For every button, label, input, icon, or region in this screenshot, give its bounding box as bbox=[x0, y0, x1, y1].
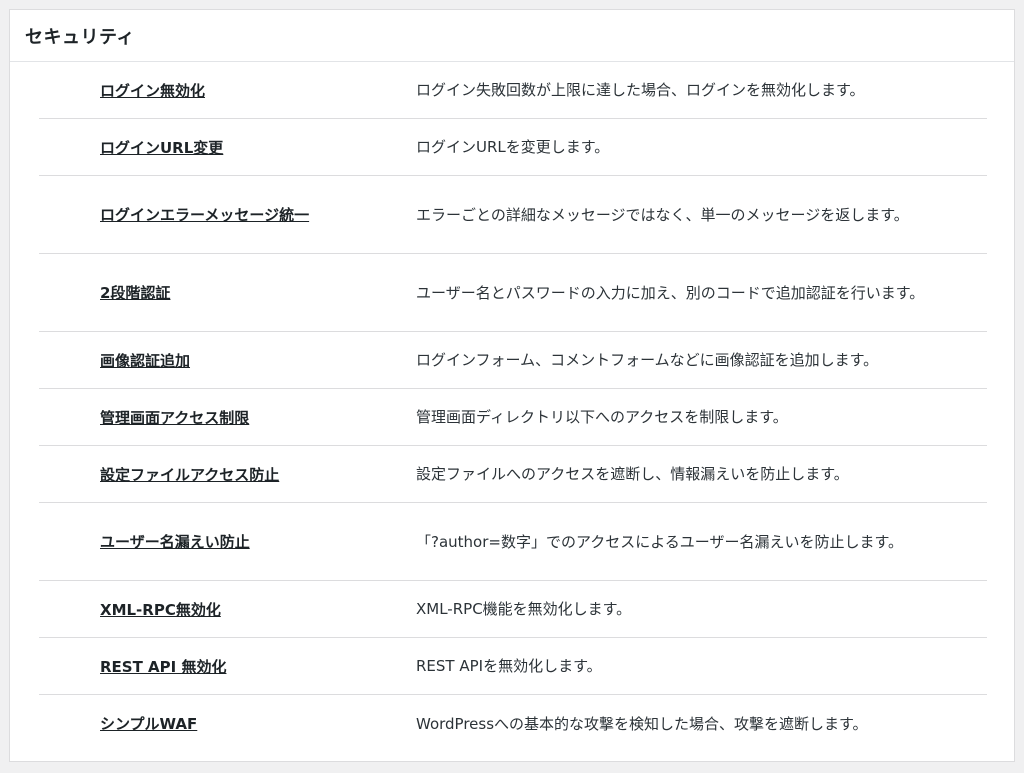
settings-row: ログインURL変更 ログインURLを変更します。 bbox=[39, 119, 987, 176]
panel-header: セキュリティ bbox=[10, 10, 1014, 62]
panel-title: セキュリティ bbox=[25, 26, 135, 48]
setting-description: ログインURLを変更します。 bbox=[416, 138, 610, 156]
settings-list: ログイン無効化 ログイン失敗回数が上限に達した場合、ログインを無効化します。 ロ… bbox=[39, 62, 987, 752]
setting-link-xmlrpc-disable[interactable]: XML-RPC無効化 bbox=[100, 601, 221, 619]
settings-row: シンプルWAF WordPressへの基本的な攻撃を検知した場合、攻撃を遮断しま… bbox=[39, 695, 987, 752]
setting-link-admin-access-restrict[interactable]: 管理画面アクセス制限 bbox=[100, 409, 249, 427]
settings-row: 設定ファイルアクセス防止 設定ファイルへのアクセスを遮断し、情報漏えいを防止しま… bbox=[39, 446, 987, 503]
setting-description: WordPressへの基本的な攻撃を検知した場合、攻撃を遮断します。 bbox=[416, 714, 868, 733]
settings-row: XML-RPC無効化 XML-RPC機能を無効化します。 bbox=[39, 581, 987, 638]
setting-description: REST APIを無効化します。 bbox=[416, 657, 602, 675]
setting-link-login-url-change[interactable]: ログインURL変更 bbox=[100, 139, 223, 157]
setting-link-login-error-message[interactable]: ログインエラーメッセージ統一 bbox=[100, 206, 309, 224]
setting-link-simple-waf[interactable]: シンプルWAF bbox=[100, 715, 197, 733]
setting-link-rest-api-disable[interactable]: REST API 無効化 bbox=[100, 658, 226, 676]
setting-description: 「?author=数字」でのアクセスによるユーザー名漏えいを防止します。 bbox=[416, 532, 903, 551]
settings-row: ログイン無効化 ログイン失敗回数が上限に達した場合、ログインを無効化します。 bbox=[39, 62, 987, 119]
settings-row: 管理画面アクセス制限 管理画面ディレクトリ以下へのアクセスを制限します。 bbox=[39, 389, 987, 446]
setting-link-two-factor-auth[interactable]: 2段階認証 bbox=[100, 284, 170, 302]
setting-description: エラーごとの詳細なメッセージではなく、単一のメッセージを返します。 bbox=[416, 205, 909, 224]
setting-description: 管理画面ディレクトリ以下へのアクセスを制限します。 bbox=[416, 408, 788, 426]
settings-row: 2段階認証 ユーザー名とパスワードの入力に加え、別のコードで追加認証を行います。 bbox=[39, 254, 987, 332]
setting-link-config-file-protect[interactable]: 設定ファイルアクセス防止 bbox=[100, 466, 279, 484]
setting-link-username-leak-protect[interactable]: ユーザー名漏えい防止 bbox=[100, 533, 250, 551]
settings-row: REST API 無効化 REST APIを無効化します。 bbox=[39, 638, 987, 695]
setting-description: 設定ファイルへのアクセスを遮断し、情報漏えいを防止します。 bbox=[416, 465, 849, 483]
setting-description: XML-RPC機能を無効化します。 bbox=[416, 600, 632, 618]
settings-row: ユーザー名漏えい防止 「?author=数字」でのアクセスによるユーザー名漏えい… bbox=[39, 503, 987, 581]
setting-description: ログインフォーム、コメントフォームなどに画像認証を追加します。 bbox=[416, 351, 879, 369]
setting-description: ユーザー名とパスワードの入力に加え、別のコードで追加認証を行います。 bbox=[416, 283, 925, 302]
settings-row: 画像認証追加 ログインフォーム、コメントフォームなどに画像認証を追加します。 bbox=[39, 332, 987, 389]
setting-link-captcha[interactable]: 画像認証追加 bbox=[100, 352, 190, 370]
setting-description: ログイン失敗回数が上限に達した場合、ログインを無効化します。 bbox=[416, 81, 865, 99]
security-panel: セキュリティ ログイン無効化 ログイン失敗回数が上限に達した場合、ログインを無効… bbox=[9, 9, 1015, 762]
setting-link-login-disable[interactable]: ログイン無効化 bbox=[100, 82, 205, 100]
settings-row: ログインエラーメッセージ統一 エラーごとの詳細なメッセージではなく、単一のメッセ… bbox=[39, 176, 987, 254]
